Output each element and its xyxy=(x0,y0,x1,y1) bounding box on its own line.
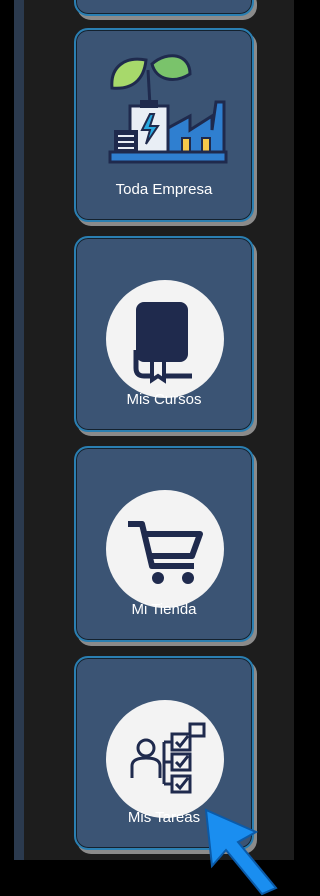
tile-label-mi-tienda: Mi Tienda xyxy=(131,601,197,618)
partial-tile-top[interactable] xyxy=(74,0,254,16)
cart-icon xyxy=(128,521,203,584)
tile-mi-tienda[interactable]: Mi Tienda xyxy=(74,446,254,642)
cart-icon-circle xyxy=(106,490,224,608)
tasks-icon xyxy=(130,722,206,794)
book-icon xyxy=(133,302,192,384)
tasks-icon-circle xyxy=(106,700,224,818)
app-frame: Toda Empresa Mis Cursos Mi Tienda Mis Ta… xyxy=(0,0,308,896)
panel-edge-strip xyxy=(14,0,24,860)
tile-label-toda-empresa: Toda Empresa xyxy=(115,181,213,198)
mouse-cursor-icon xyxy=(204,808,282,896)
factory-icon xyxy=(98,50,234,180)
book-icon-circle xyxy=(106,280,224,398)
tile-toda-empresa[interactable]: Toda Empresa xyxy=(74,28,254,222)
tile-mis-cursos[interactable]: Mis Cursos xyxy=(74,236,254,432)
tile-label-mis-cursos: Mis Cursos xyxy=(126,391,202,408)
